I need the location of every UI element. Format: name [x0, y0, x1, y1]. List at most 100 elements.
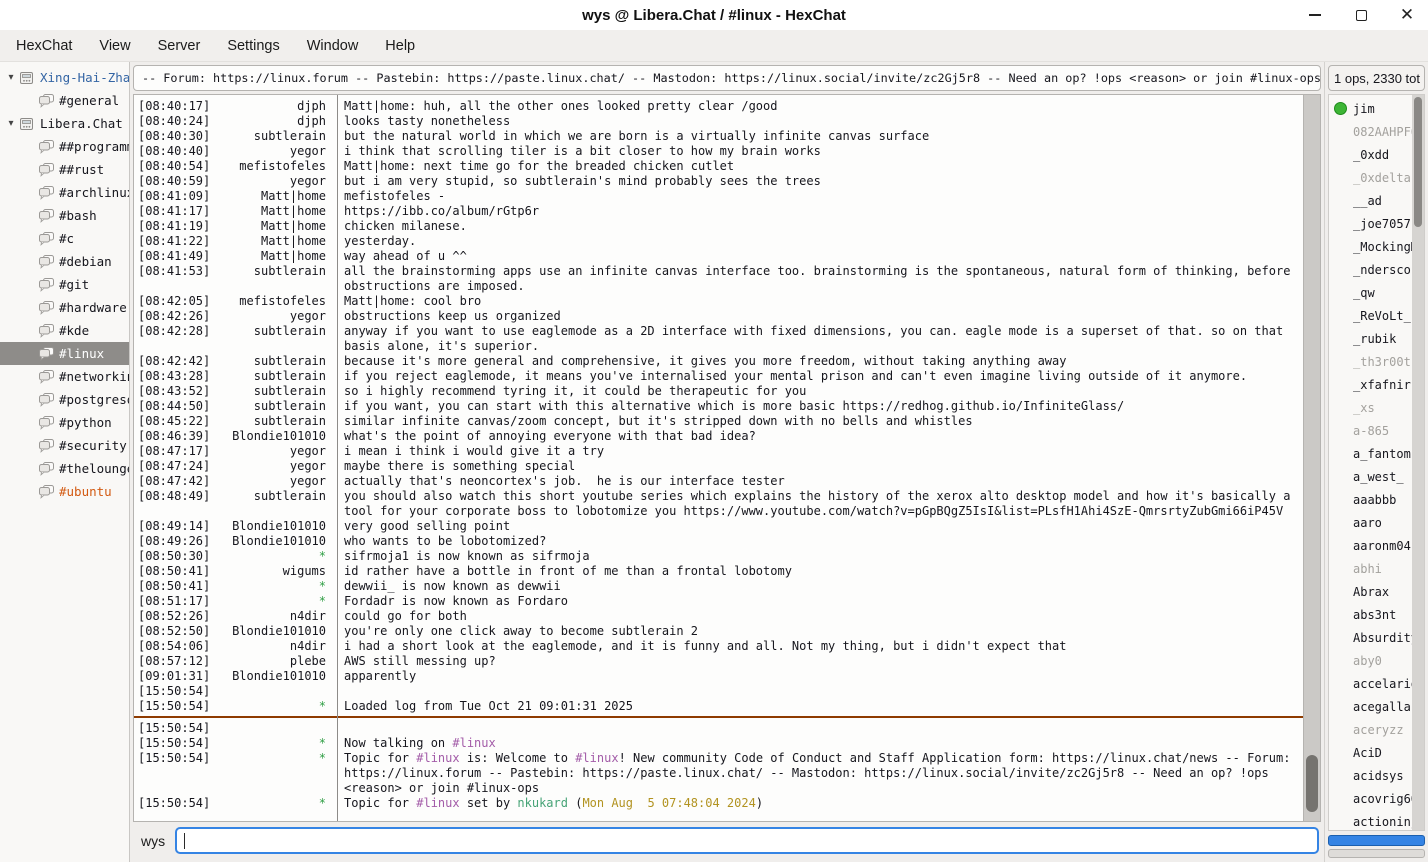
own-nick-label[interactable]: wys: [141, 833, 165, 849]
chat-scrollbar[interactable]: [1303, 95, 1320, 821]
userlist-item[interactable]: acovrig60: [1329, 787, 1412, 810]
userlist-item[interactable]: _rubik: [1329, 327, 1412, 350]
userlist-item[interactable]: _ReVoLt_: [1329, 304, 1412, 327]
sidebar-item-rust[interactable]: ##rust: [0, 158, 129, 181]
sidebar-item-ubuntu[interactable]: #ubuntu: [0, 480, 129, 503]
userlist-item[interactable]: jim: [1329, 97, 1412, 120]
channel-icon: [38, 346, 56, 361]
userlist-item[interactable]: _0xdd: [1329, 143, 1412, 166]
userlist-item[interactable]: abhi: [1329, 557, 1412, 580]
timestamp: [08:45:22]: [138, 414, 214, 429]
userlist-item[interactable]: _xfafnir: [1329, 373, 1412, 396]
userlist-item[interactable]: a_west_: [1329, 465, 1412, 488]
message: you should also watch this short youtube…: [334, 489, 1301, 519]
userlist-item[interactable]: aaro: [1329, 511, 1412, 534]
menu-item-window[interactable]: Window: [301, 35, 365, 57]
sidebar-item-general[interactable]: #general: [0, 89, 129, 112]
throttle-meter: [1328, 849, 1425, 858]
message-input[interactable]: [175, 827, 1319, 854]
userlist-item[interactable]: __ad: [1329, 189, 1412, 212]
sidebar-item-hardware[interactable]: #hardware: [0, 296, 129, 319]
text-caret: [184, 833, 185, 849]
userlist-item[interactable]: 082AAHPF6: [1329, 120, 1412, 143]
menu-item-server[interactable]: Server: [152, 35, 207, 57]
userlist-item[interactable]: aby0: [1329, 649, 1412, 672]
sidebar-item-programming[interactable]: ##programming: [0, 135, 129, 158]
sidebar-item-thelounge[interactable]: #thelounge: [0, 457, 129, 480]
sidebar-item-archlinux[interactable]: #archlinux: [0, 181, 129, 204]
network-row[interactable]: ▾Libera.Chat: [0, 112, 129, 135]
window-controls: ✕: [1304, 0, 1418, 30]
sidebar-item-debian[interactable]: #debian: [0, 250, 129, 273]
channel-icon: [38, 369, 56, 384]
userlist-item[interactable]: acidsys: [1329, 764, 1412, 787]
title-bar[interactable]: wys @ Libera.Chat / #linux - HexChat ✕: [0, 0, 1428, 30]
sidebar-item-postgresql[interactable]: #postgresql: [0, 388, 129, 411]
chat-line: [08:50:30]*sifrmoja1 is now known as sif…: [138, 549, 1301, 564]
nick-message-separator[interactable]: [337, 95, 338, 821]
userlist-item[interactable]: accelario: [1329, 672, 1412, 695]
nick: Blondie101010: [214, 624, 334, 639]
close-button[interactable]: ✕: [1396, 4, 1418, 26]
userlist-item[interactable]: abs3nt: [1329, 603, 1412, 626]
sidebar-item-security[interactable]: #security: [0, 434, 129, 457]
nick: yegor: [214, 144, 334, 159]
minimize-button[interactable]: [1304, 4, 1326, 26]
userlist-item[interactable]: Absurdity: [1329, 626, 1412, 649]
message: looks tasty nonetheless: [334, 114, 1301, 129]
message: Fordadr is now known as Fordaro: [334, 594, 1301, 609]
expander-icon[interactable]: ▾: [3, 118, 19, 129]
menu-item-settings[interactable]: Settings: [221, 35, 285, 57]
timestamp: [08:43:52]: [138, 384, 214, 399]
chat-log[interactable]: [08:40:17]djphMatt|home: huh, all the ot…: [134, 95, 1303, 821]
chat-line: [08:40:30]subtlerainbut the natural worl…: [138, 129, 1301, 144]
nick: [214, 721, 334, 736]
sidebar-item-linux[interactable]: #linux: [0, 342, 129, 365]
sidebar-item-networking[interactable]: #networking: [0, 365, 129, 388]
menu-item-hexchat[interactable]: HexChat: [10, 35, 78, 57]
main-area: ▾Xing-Hai-Zhan#general▾Libera.Chat##prog…: [0, 62, 1428, 862]
userlist-scrollbar[interactable]: [1412, 95, 1424, 830]
timestamp: [08:40:54]: [138, 159, 214, 174]
chat-scrollbar-thumb[interactable]: [1306, 755, 1318, 812]
user-list-items[interactable]: jim082AAHPF6_0xdd_0xdelta__ad_joe7057_Mo…: [1329, 95, 1412, 830]
userlist-item[interactable]: a_fantom: [1329, 442, 1412, 465]
userlist-item[interactable]: aaronm04: [1329, 534, 1412, 557]
sidebar-item-git[interactable]: #git: [0, 273, 129, 296]
expander-icon[interactable]: ▾: [3, 72, 19, 83]
menu-item-view[interactable]: View: [93, 35, 136, 57]
sidebar-item-c[interactable]: #c: [0, 227, 129, 250]
userlist-item[interactable]: _0xdelta: [1329, 166, 1412, 189]
sidebar-item-bash[interactable]: #bash: [0, 204, 129, 227]
userlist-item[interactable]: Abrax: [1329, 580, 1412, 603]
sidebar-item-python[interactable]: #python: [0, 411, 129, 434]
network-row[interactable]: ▾Xing-Hai-Zhan: [0, 66, 129, 89]
user-name: AciD: [1353, 746, 1382, 760]
nick: Blondie101010: [214, 534, 334, 549]
user-name: _th3r00t: [1353, 355, 1411, 369]
userlist-item[interactable]: a-865: [1329, 419, 1412, 442]
nick: djph: [214, 114, 334, 129]
userlist-item[interactable]: _th3r00t: [1329, 350, 1412, 373]
topic-bar[interactable]: -- Forum: https://linux.forum -- Pastebi…: [133, 65, 1321, 91]
menu-item-help[interactable]: Help: [379, 35, 421, 57]
sidebar-item-kde[interactable]: #kde: [0, 319, 129, 342]
event-star: *: [214, 579, 334, 594]
userlist-item[interactable]: acegalla-: [1329, 695, 1412, 718]
chat-line: [08:41:49]Matt|homeway ahead of u ^^: [138, 249, 1301, 264]
userlist-item[interactable]: _nderscor: [1329, 258, 1412, 281]
timestamp: [08:50:41]: [138, 579, 214, 594]
channel-label: #hardware: [59, 300, 127, 315]
userlist-item[interactable]: _qw: [1329, 281, 1412, 304]
chat-line: [08:40:59]yegorbut i am very stupid, so …: [138, 174, 1301, 189]
maximize-button[interactable]: [1350, 4, 1372, 26]
userlist-item[interactable]: aaabbb: [1329, 488, 1412, 511]
userlist-item[interactable]: actioninj: [1329, 810, 1412, 830]
userlist-scrollbar-thumb[interactable]: [1414, 97, 1422, 227]
userlist-item[interactable]: _MockingM: [1329, 235, 1412, 258]
userlist-item[interactable]: aceryzz: [1329, 718, 1412, 741]
userlist-item[interactable]: AciD: [1329, 741, 1412, 764]
userlist-item[interactable]: _joe7057: [1329, 212, 1412, 235]
nick: Matt|home: [214, 204, 334, 219]
userlist-item[interactable]: _xs: [1329, 396, 1412, 419]
